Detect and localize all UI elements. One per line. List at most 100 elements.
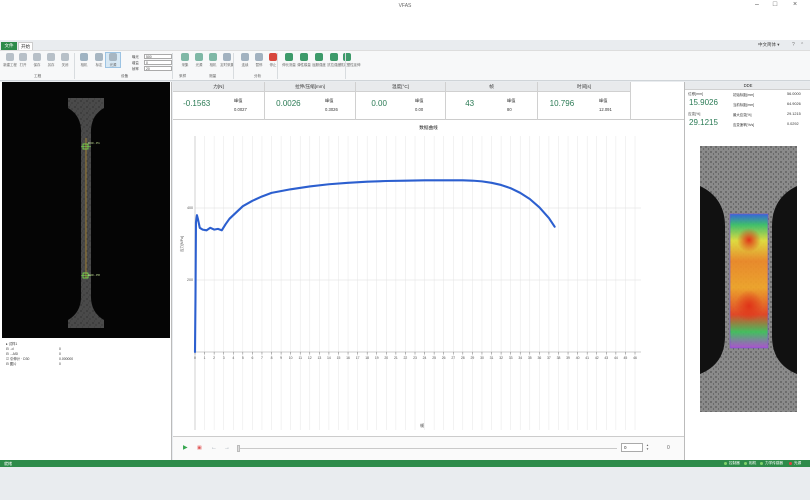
ribbon-button-14[interactable]: 连续 (238, 53, 252, 67)
status-dot-icon (760, 461, 763, 465)
ribbon-button-icon (285, 53, 293, 61)
language-label: 中文简体 (758, 42, 776, 47)
ribbon-button-21[interactable]: 规定塑性延伸 (340, 53, 360, 67)
ribbon-button-7[interactable]: 光源 (105, 52, 121, 68)
x-tick-label: 24 (423, 356, 427, 360)
ribbon-button-icon (95, 53, 103, 61)
status-dot-icon (724, 461, 727, 465)
ribbon-button-8[interactable]: 采集 (178, 53, 192, 67)
ribbon-button-2[interactable]: 保存 (30, 53, 44, 67)
x-tick-label: 16 (346, 356, 350, 360)
ribbon-separator (345, 53, 346, 79)
ribbon-button-label: 光源 (195, 63, 203, 67)
language-select[interactable]: 中文简体 ▾ (758, 42, 780, 48)
metric-value: 0.00 (371, 99, 387, 108)
minimize-icon[interactable]: – (752, 0, 762, 10)
gauge-label-bottom: D30 - P8 (88, 273, 100, 277)
ribbon-button-15[interactable]: 暂停 (252, 53, 266, 67)
tab-start[interactable]: 开始 (18, 42, 33, 50)
ribbon-button-10[interactable]: 相机 (206, 53, 220, 67)
tree-item[interactable]: ⊟ 图片 0 (6, 362, 61, 367)
series-line (193, 179, 556, 354)
ribbon-separator (277, 53, 278, 79)
ribbon-button-18[interactable]: 弹性模量 (297, 53, 311, 67)
ribbon-button-label: 标定 (95, 63, 103, 67)
metrics-bar: 力[N] -0.1563 峰值 0.0027 拉伸/压缩[mm] 0.0026 峰值 0.30… (173, 82, 684, 120)
metric-cell: 时间[s] 10.796 峰值 12.091 (538, 82, 631, 120)
status-indicator-label: 控制器 (729, 461, 740, 465)
status-text: 就绪 (4, 461, 12, 466)
x-tick-label: 18 (365, 356, 369, 360)
ribbon-button-17[interactable]: 伸长测量 (282, 53, 296, 67)
camera-view[interactable]: D30 - P1 D30 - P8 (2, 82, 170, 338)
framerate-input[interactable]: 20 (144, 66, 172, 71)
gain-input[interactable]: 0 (144, 60, 172, 65)
ribbon-button-19[interactable]: 屈服强度 (312, 53, 326, 67)
ribbon-button-label: 采集 (181, 63, 189, 67)
x-tick-label: 0 (194, 356, 196, 360)
x-tick-label: 26 (442, 356, 446, 360)
tree-item-label: ⊟ 图片 (6, 362, 17, 366)
maximize-icon[interactable]: □ (770, 0, 780, 10)
frame-input[interactable]: 0 (621, 443, 643, 452)
frame-count: 0 (667, 445, 670, 451)
play-icon[interactable]: ▶ (183, 445, 188, 452)
frame-spinner[interactable]: ▲ ▼ (646, 443, 649, 451)
metric-cell: 力[N] -0.1563 峰值 0.0027 (173, 82, 265, 120)
ribbon-button-icon (109, 53, 117, 61)
metric-peak-label: 峰值 (507, 98, 516, 103)
exposure-label: 曝光 (132, 55, 139, 59)
next-frame-icon[interactable]: → (224, 445, 230, 452)
ribbon-button-6[interactable]: 标定 (92, 53, 106, 67)
center-panel: 力[N] -0.1563 峰值 0.0027 拉伸/压缩[mm] 0.0026 峰值 0.30… (173, 82, 684, 460)
prev-frame-icon[interactable]: ← (211, 445, 217, 452)
close-icon[interactable]: × (790, 0, 800, 10)
ribbon-button-1[interactable]: 打开 (16, 53, 30, 67)
y-axis-label: 应力[MPa] (179, 236, 184, 252)
ribbon-button-icon (6, 53, 14, 61)
ribbon-collapse-icon[interactable]: ⌃ (800, 42, 804, 48)
x-tick-label: 21 (394, 356, 398, 360)
ribbon-button-9[interactable]: 光源 (192, 53, 206, 67)
ribbon-button-icon (300, 53, 308, 61)
tree-item-label: ▸ 试样1 (6, 342, 18, 346)
displacement-value: 15.9026 (689, 98, 718, 107)
status-dot-icon (744, 461, 747, 465)
ribbon-button-3[interactable]: 另存 (44, 53, 58, 67)
displacement-label: 位移[mm] (688, 92, 704, 96)
exposure-input[interactable]: 500 (144, 54, 172, 59)
data-curve-chart[interactable]: 2004000 1 2 3 4 5 6 7 8 9 10 11 12 13 14 15 16 17 18 19 20 21… (173, 130, 684, 434)
x-tick-label: 12 (308, 356, 312, 360)
x-tick-label: 1 (204, 356, 206, 360)
x-tick-label: 30 (480, 356, 484, 360)
x-tick-label: 35 (528, 356, 532, 360)
ribbon-button-20[interactable]: 抗拉强度 (327, 53, 341, 67)
ribbon-button-icon (195, 53, 203, 61)
metric-peak-label: 峰值 (234, 98, 243, 103)
initial-gauge-label: 初始标距[mm] (733, 93, 755, 97)
x-tick-label: 25 (432, 356, 436, 360)
status-indicator: 相机 (744, 460, 756, 467)
help-icon[interactable]: ? (792, 42, 795, 48)
group-label-project: 工程 (34, 74, 42, 78)
measurement-tree: ▸ 试样1 ⊟ ..d 0 ⊟ ...ASI 0 ☑ 引伸计 · D30 0.0000… (6, 342, 73, 367)
group-label-device: 设备 (121, 74, 129, 78)
ribbon-button-4[interactable]: 关闭 (58, 53, 72, 67)
ribbon-button-icon (209, 53, 217, 61)
x-tick-label: 5 (242, 356, 244, 360)
metric-cell: 温度[°C] 0.00 峰值 0.00 (356, 82, 446, 120)
tab-file[interactable]: 文件 (1, 42, 17, 50)
strain-field-view[interactable] (700, 146, 797, 412)
metric-peak-label: 峰值 (325, 98, 334, 103)
x-tick-label: 27 (451, 356, 455, 360)
record-stop-icon[interactable]: ▣ (197, 445, 202, 452)
metric-peak-value: 12.091 (599, 107, 612, 112)
metric-peak-value: 80 (507, 107, 512, 112)
ribbon-button-0[interactable]: 新建工程 (3, 53, 17, 67)
ribbon-button-13[interactable]: 定时采集 (220, 53, 234, 67)
ribbon-button-label: 新建工程 (3, 63, 17, 67)
playback-slider-thumb[interactable] (237, 445, 240, 452)
ribbon-button-5[interactable]: 相机 (77, 53, 91, 67)
playback-slider-track[interactable] (239, 448, 617, 449)
status-indicator: 光源 (789, 460, 801, 467)
